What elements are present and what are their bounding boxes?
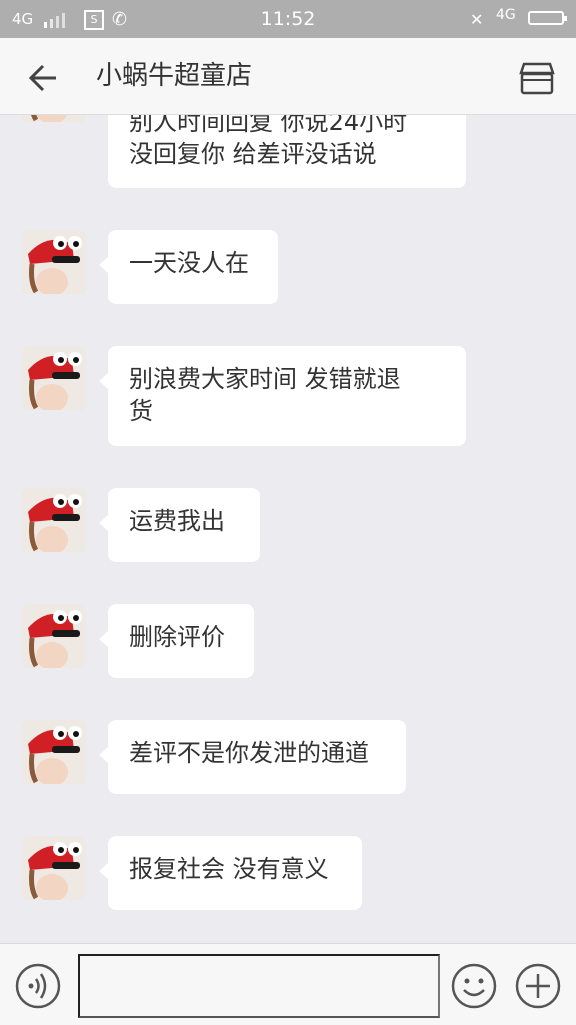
message-bubble[interactable]: 报复社会 没有意义	[99, 836, 362, 910]
avatar-image	[22, 720, 86, 784]
avatar-image	[22, 488, 86, 552]
store-icon[interactable]	[518, 60, 556, 96]
message-bubble[interactable]: 差评不是你发泄的通道	[99, 720, 406, 794]
message-bubble[interactable]: 一天没人在	[99, 230, 278, 304]
avatar[interactable]	[22, 488, 86, 552]
avatar-image	[22, 230, 86, 294]
input-bar	[0, 943, 576, 1025]
message-line: 没回复你 给差评没话说	[129, 140, 377, 168]
avatar[interactable]	[22, 114, 86, 122]
message-bubble[interactable]: 运费我出	[99, 488, 260, 562]
message-bubble[interactable]: 删除评价	[99, 604, 254, 678]
avatar-image	[22, 604, 86, 668]
mute-icon: ✕	[470, 10, 484, 29]
message-line: 运费我出	[129, 507, 225, 535]
status-time: 11:52	[260, 8, 316, 30]
message-bubble[interactable]: 别浪费大家时间 发错就退 货	[99, 346, 466, 446]
chat-header: 小蜗牛超童店	[0, 38, 576, 115]
voice-icon[interactable]	[14, 962, 62, 1010]
message-line: 别浪费大家时间 发错就退	[129, 365, 401, 393]
avatar-image	[22, 836, 86, 900]
avatar[interactable]	[22, 836, 86, 900]
message-line: 报复社会 没有意义	[129, 855, 329, 883]
message-line: 别人时间回复 你说24小时	[129, 114, 408, 136]
emoji-icon[interactable]	[450, 962, 498, 1010]
battery-icon	[528, 11, 567, 25]
avatar[interactable]	[22, 720, 86, 784]
message-line: 差评不是你发泄的通道	[129, 739, 369, 767]
avatar[interactable]	[22, 230, 86, 294]
avatar[interactable]	[22, 346, 86, 410]
message-line: 删除评价	[129, 623, 225, 651]
message-bubble[interactable]: 别人时间回复 你说24小时 没回复你 给差评没话说	[108, 114, 466, 188]
avatar-image	[22, 346, 86, 410]
avatar-image	[22, 114, 86, 122]
chat-message-list[interactable]: 别人时间回复 你说24小时 没回复你 给差评没话说 一天没人在 别浪费大家时间 …	[0, 114, 576, 944]
page-title: 小蜗牛超童店	[96, 61, 253, 91]
message-line: 货	[129, 397, 153, 425]
avatar[interactable]	[22, 604, 86, 668]
back-arrow-icon[interactable]	[26, 60, 62, 96]
plus-icon[interactable]	[514, 962, 562, 1010]
status-bar: 4G S ✆ 11:52 ✕ 4G	[0, 0, 576, 38]
network-label-right: 4G	[496, 7, 516, 23]
message-input[interactable]	[78, 954, 440, 1018]
message-line: 一天没人在	[129, 249, 249, 277]
